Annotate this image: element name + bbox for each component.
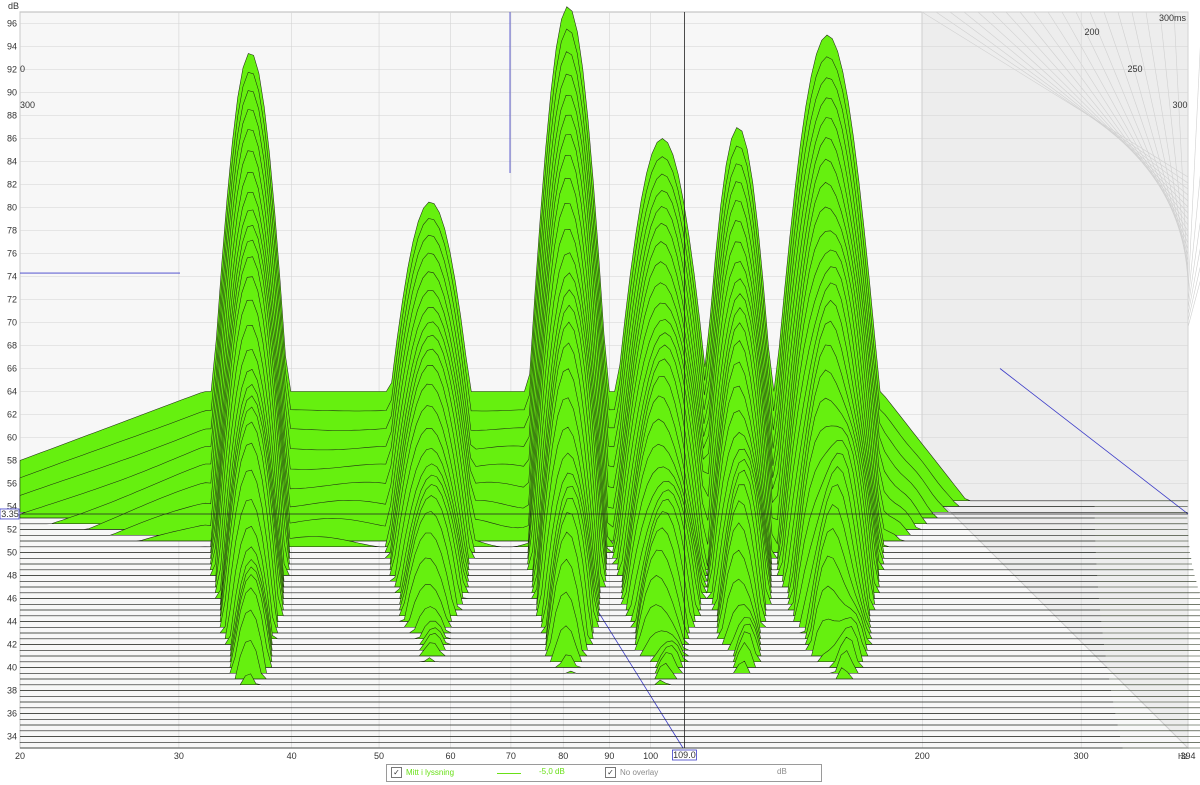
wall-diagonal	[1187, 248, 1200, 316]
smoothing-label: -5,0 dB	[539, 767, 565, 776]
y-axis-label: dB	[8, 1, 19, 11]
time-left-label: 0	[20, 64, 25, 74]
x-tick-label: 30	[174, 751, 184, 761]
smoothing-value: -5,0 dB	[539, 767, 565, 776]
y-tick-label: 86	[7, 134, 17, 144]
x-tick-label: 300	[1074, 751, 1089, 761]
time-tick-label: 300	[1172, 100, 1187, 110]
x-tick-label: 50	[374, 751, 384, 761]
time-max-label: 300ms	[1159, 13, 1187, 23]
x-tick-label: 90	[604, 751, 614, 761]
y-tick-label: 70	[7, 318, 17, 328]
y-tick-label: 68	[7, 341, 17, 351]
y-tick-label: 74	[7, 272, 17, 282]
time-left-label: 300	[20, 100, 35, 110]
overlay-checkbox[interactable]: ✓	[605, 767, 616, 778]
y-tick-label: 52	[7, 525, 17, 535]
legend-bar: ✓ Mitt i lyssning -5,0 dB ✓ No overlay d…	[386, 764, 822, 782]
y-tick-label: 62	[7, 410, 17, 420]
waterfall-chart: 3436384042444648505254565860626466687072…	[0, 1, 1200, 761]
wall-diagonal	[1187, 46, 1200, 298]
y-tick-label: 56	[7, 479, 17, 489]
y-tick-label: 84	[7, 157, 17, 167]
y-tick-label: 42	[7, 640, 17, 650]
y-tick-label: 48	[7, 571, 17, 581]
y-tick-label: 96	[7, 19, 17, 29]
series-label: Mitt i lyssning	[406, 768, 455, 777]
x-tick-label: 60	[445, 751, 455, 761]
cursor-frequency-label: 109.0	[673, 750, 696, 760]
y-tick-label: 34	[7, 732, 17, 742]
overlay-unit: dB	[777, 767, 787, 776]
y-tick-label: 44	[7, 617, 17, 627]
series-swatch	[497, 773, 521, 774]
x-tick-label: 200	[915, 751, 930, 761]
y-tick-label: 78	[7, 226, 17, 236]
x-axis-unit: Hz	[1178, 752, 1188, 761]
series-checkbox[interactable]: ✓	[391, 767, 402, 778]
time-tick-label: 250	[1127, 64, 1142, 74]
y-tick-label: 40	[7, 663, 17, 673]
y-tick-label: 66	[7, 364, 17, 374]
series-line-swatch	[497, 773, 521, 774]
y-tick-label: 92	[7, 65, 17, 75]
x-tick-label: 70	[506, 751, 516, 761]
x-tick-label: 80	[558, 751, 568, 761]
y-tick-label: 94	[7, 42, 17, 52]
y-tick-label: 76	[7, 249, 17, 259]
y-tick-label: 36	[7, 709, 17, 719]
y-tick-label: 50	[7, 548, 17, 558]
y-tick-label: 82	[7, 180, 17, 190]
time-tick-label: 200	[1084, 27, 1099, 37]
series-toggle[interactable]: ✓ Mitt i lyssning	[391, 767, 454, 778]
wall-diagonal	[1187, 266, 1200, 322]
y-tick-label: 90	[7, 88, 17, 98]
y-tick-label: 46	[7, 594, 17, 604]
overlay-unit-label: dB	[777, 767, 787, 776]
y-tick-label: 72	[7, 295, 17, 305]
y-tick-label: 38	[7, 686, 17, 696]
overlay-toggle[interactable]: ✓ No overlay	[605, 767, 658, 778]
x-tick-label: 20	[15, 751, 25, 761]
y-tick-label: 58	[7, 456, 17, 466]
x-tick-label: 100	[643, 751, 658, 761]
x-tick-label: 40	[287, 751, 297, 761]
y-tick-label: 80	[7, 203, 17, 213]
cursor-level-label: 3.35	[1, 509, 19, 519]
y-tick-label: 64	[7, 387, 17, 397]
y-tick-label: 60	[7, 433, 17, 443]
overlay-label: No overlay	[620, 768, 659, 777]
y-tick-label: 88	[7, 111, 17, 121]
